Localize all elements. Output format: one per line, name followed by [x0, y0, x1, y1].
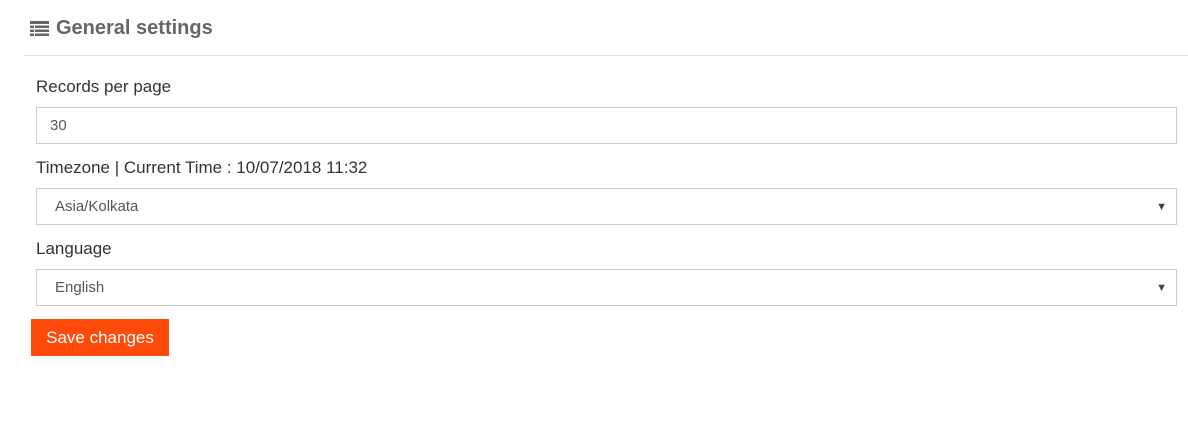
language-label: Language: [36, 239, 112, 258]
timezone-selected-value: Asia/Kolkata: [55, 198, 139, 215]
records-per-page-value: 30: [50, 117, 67, 134]
language-selected-value: English: [55, 279, 105, 296]
list-icon: [30, 20, 49, 37]
records-per-page-label: Records per page: [36, 77, 172, 96]
timezone-select[interactable]: Asia/Kolkata ▼: [36, 188, 1177, 225]
caret-down-icon: ▼: [1156, 200, 1167, 213]
panel-title: General settings: [56, 17, 213, 39]
caret-down-icon: ▼: [1156, 281, 1167, 294]
panel-header: General settings: [24, 0, 1188, 56]
records-per-page-input[interactable]: 30: [36, 107, 1177, 144]
save-changes-button[interactable]: Save changes: [31, 319, 169, 356]
language-select[interactable]: English ▼: [36, 269, 1177, 306]
general-settings-panel: General settings Records per page 30 Tim…: [0, 0, 1188, 427]
timezone-label: Timezone | Current Time : 10/07/2018 11:…: [36, 158, 368, 177]
